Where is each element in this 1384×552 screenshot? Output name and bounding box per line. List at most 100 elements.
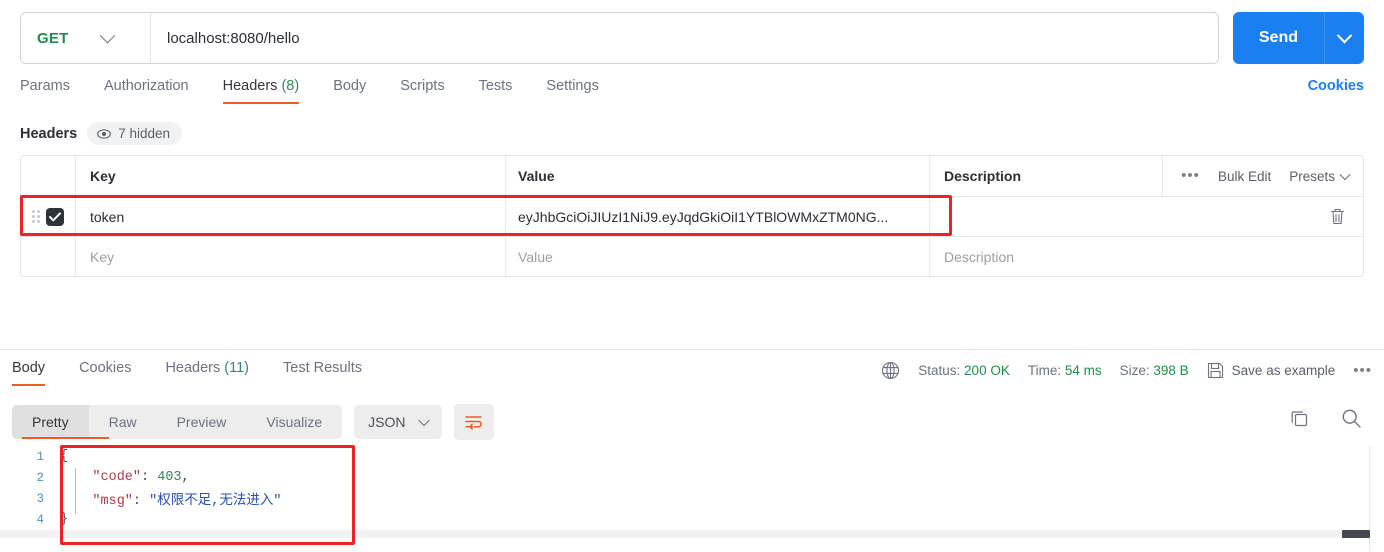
row-enabled-checkbox[interactable] [46,207,64,226]
search-button[interactable] [1341,408,1362,434]
tab-params[interactable]: Params [20,78,70,104]
status-label: Status: 200 OK [918,363,1010,378]
drag-handle-icon[interactable] [32,210,40,223]
column-header-description: Description ••• Bulk Edit Presets [930,156,1363,196]
format-dropdown[interactable]: JSON [354,405,442,439]
cookies-link[interactable]: Cookies [1308,78,1364,94]
horizontal-scrollbar-thumb[interactable] [1342,530,1370,538]
headers-table: Key Value Description ••• Bulk Edit Pres… [20,155,1364,277]
format-label: JSON [368,414,406,430]
response-tab-body[interactable]: Body [12,360,46,386]
hidden-headers-badge[interactable]: 7 hidden [87,122,183,145]
placeholder-grip-cell [21,237,76,276]
search-icon [1342,409,1361,428]
presets-dropdown[interactable]: Presets [1289,169,1351,184]
save-icon [1207,362,1223,379]
body-tool-icons [1290,408,1362,434]
row-description-cell[interactable] [930,197,1363,236]
line-number: 1 [36,449,44,464]
row-value-cell[interactable]: eyJhbGciOiJIUzI1NiJ9.eyJqdGkiOiI1YTBlOWM… [506,197,930,236]
http-method-label: GET [37,29,69,47]
tab-scripts[interactable]: Scripts [400,78,444,104]
view-mode-label: Visualize [266,414,323,430]
check-icon [49,211,61,221]
time-label: Time: 54 ms [1028,363,1102,378]
tab-label: Headers [222,78,278,94]
tab-headers[interactable]: Headers (8) [222,78,299,104]
pane-splitter[interactable] [0,349,1384,350]
table-row-placeholder[interactable]: Key Value Description [21,236,1363,276]
response-meta-bar: Status: 200 OK Time: 54 ms Size: 398 B S… [881,361,1372,380]
code-line: 2 "code": 403, [0,467,1384,488]
delete-row-icon[interactable] [1330,208,1345,230]
send-options-caret[interactable] [1324,12,1364,64]
time-label-text: Time: [1027,363,1062,378]
column-header-key: Key [76,156,506,196]
code-content: } [60,512,69,527]
copy-button[interactable] [1290,409,1309,433]
wrap-lines-button[interactable] [453,404,494,440]
placeholder-description-cell[interactable]: Description [930,237,1363,276]
response-more-options-icon[interactable]: ••• [1353,363,1372,378]
send-button[interactable]: Send [1232,12,1324,64]
copy-icon [1291,411,1308,427]
code-content: { [60,449,69,464]
code-line: 4 } [0,509,1384,530]
view-mode-label: Preview [176,414,227,430]
url-input[interactable] [151,13,1218,63]
size-label: Size: 398 B [1120,363,1189,378]
placeholder-description-text: Description [944,248,1015,265]
response-tab-bar: Body Cookies Headers (11) Test Results [12,360,396,386]
header-grip-cell [21,156,76,196]
view-mode-preview[interactable]: Preview [157,405,247,439]
placeholder-key-cell[interactable]: Key [76,237,506,276]
row-key-cell[interactable]: token [76,197,506,236]
save-as-example-button[interactable]: Save as example [1207,362,1336,379]
view-mode-visualize[interactable]: Visualize [246,405,342,439]
more-options-icon[interactable]: ••• [1181,168,1200,183]
status-label-text: Status: [918,363,961,378]
placeholder-key-text: Key [90,248,115,265]
globe-icon[interactable] [881,361,900,380]
view-mode-pretty[interactable]: Pretty [12,405,109,439]
tab-label: Cookies [79,360,132,376]
tab-settings[interactable]: Settings [546,78,598,104]
time-value: 54 ms [1064,363,1102,378]
table-actions: ••• Bulk Edit Presets [1162,156,1363,196]
code-content: "msg": "权限不足,无法进入" [92,494,282,509]
table-row[interactable]: token eyJhbGciOiJIUzI1NiJ9.eyJqdGkiOiI1Y… [21,196,1363,236]
placeholder-value-cell[interactable]: Value [506,237,930,276]
horizontal-scrollbar-track[interactable] [0,530,1370,538]
size-value: 398 B [1153,363,1189,378]
tab-label: Settings [546,78,599,94]
bulk-edit-button[interactable]: Bulk Edit [1218,169,1271,184]
trash-icon [1330,208,1345,225]
view-mode-label: Pretty [32,414,69,430]
tab-label: Authorization [103,78,189,94]
row-grip-cell [21,197,76,236]
save-as-example-label: Save as example [1231,363,1336,378]
response-tab-test-results[interactable]: Test Results [283,360,362,386]
http-method-dropdown[interactable]: GET [21,13,151,63]
chevron-down-icon [100,27,116,43]
hidden-headers-count: 7 hidden [118,126,171,141]
response-tab-cookies[interactable]: Cookies [79,360,131,386]
tab-label: Body [333,78,367,94]
view-mode-segmented-control: Pretty Raw Preview Visualize [12,405,343,439]
view-mode-raw[interactable]: Raw [89,405,157,439]
line-number: 4 [36,512,44,527]
column-label: Description [944,168,1022,184]
response-tab-headers[interactable]: Headers (11) [165,360,249,386]
tab-tests[interactable]: Tests [479,78,513,104]
code-line: 1 { [0,446,1384,467]
tab-authorization[interactable]: Authorization [104,78,189,104]
tab-label: Tests [478,78,513,94]
row-value-text: eyJhbGciOiJIUzI1NiJ9.eyJqdGkiOiI1YTBlOWM… [518,208,889,225]
code-content: "code": 403, [92,470,190,485]
column-header-value: Value [506,156,930,196]
column-label: Value [518,168,555,184]
tab-body[interactable]: Body [333,78,366,104]
wrap-text-icon [465,416,482,430]
url-bar: GET Send [20,12,1364,64]
url-box: GET [20,12,1219,64]
